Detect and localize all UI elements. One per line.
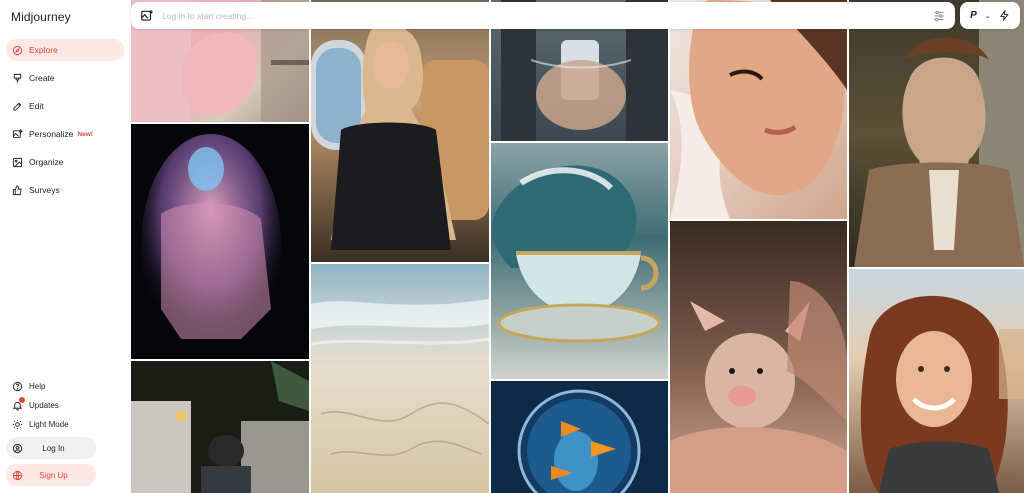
explore-gallery	[131, 0, 1024, 493]
light-mode-label: Light Mode	[29, 419, 69, 429]
gallery-image-fish-helmet[interactable]	[491, 381, 668, 493]
nav-label: Organize	[29, 157, 64, 167]
nav-organize[interactable]: Organize	[6, 151, 124, 173]
image-star-icon	[11, 128, 23, 140]
prompt-bar	[131, 2, 955, 29]
gallery-image-smiling-woman[interactable]	[849, 269, 1024, 493]
signup-label: Sign Up	[39, 470, 68, 480]
login-button[interactable]: Log In	[6, 437, 96, 459]
gallery-image-sleeping-woman[interactable]	[670, 0, 847, 219]
gallery-icon	[11, 156, 23, 168]
nav-label: Surveys	[29, 185, 60, 195]
login-label: Log In	[42, 443, 65, 453]
bell-icon	[11, 397, 25, 411]
brush-icon	[11, 72, 23, 84]
prompt-input[interactable]	[162, 10, 932, 21]
pencil-icon	[11, 100, 23, 112]
gallery-image-woman-jacket[interactable]	[849, 0, 1024, 267]
gallery-image-piglet-hands[interactable]	[670, 221, 847, 493]
thumbs-up-icon	[11, 184, 23, 196]
nav-edit[interactable]: Edit	[6, 95, 124, 117]
help-label: Help	[29, 381, 46, 391]
gallery-image-night-street[interactable]	[131, 361, 309, 493]
lightning-icon[interactable]	[999, 10, 1010, 21]
nav-label: Edit	[29, 101, 44, 111]
notification-dot	[19, 397, 25, 403]
globe-icon	[11, 469, 23, 481]
top-right-controls: P ⌄	[960, 2, 1020, 29]
nav-label: Explore	[29, 45, 58, 55]
profile-selector[interactable]: P	[970, 10, 977, 21]
gallery-image-woman-jet[interactable]	[311, 0, 489, 262]
nav-create[interactable]: Create	[6, 67, 124, 89]
nav-personalize[interactable]: Personalize New!	[6, 123, 124, 145]
bottom-nav: Help Updates Light Mode Log In Sign Up	[6, 378, 124, 486]
help-icon	[11, 380, 23, 392]
nav-surveys[interactable]: Surveys	[6, 179, 124, 201]
main-nav: Explore Create Edit Personalize New! Org…	[6, 39, 124, 207]
light-mode-toggle[interactable]: Light Mode	[6, 416, 124, 432]
signup-button[interactable]: Sign Up	[6, 464, 96, 486]
sidebar: Midjourney Explore Create Edit Personali…	[0, 0, 130, 493]
nav-label: Create	[29, 73, 55, 83]
brand-logo[interactable]: Midjourney	[11, 10, 71, 24]
new-badge: New!	[77, 130, 93, 138]
gallery-image-ghost-figure[interactable]	[131, 124, 309, 359]
updates-link[interactable]: Updates	[6, 397, 124, 413]
gallery-image-beach-water[interactable]	[311, 264, 489, 493]
chevron-down-icon[interactable]: ⌄	[985, 12, 991, 20]
compass-icon	[11, 44, 23, 56]
user-circle-icon	[11, 442, 23, 454]
nav-label: Personalize	[29, 129, 74, 139]
add-image-icon[interactable]	[140, 9, 154, 23]
nav-explore[interactable]: Explore	[6, 39, 124, 61]
settings-sliders-icon[interactable]	[932, 9, 946, 23]
gallery-image-teacup-wave[interactable]	[491, 143, 668, 379]
updates-label: Updates	[29, 400, 59, 410]
sun-icon	[11, 418, 23, 430]
help-link[interactable]: Help	[6, 378, 124, 394]
